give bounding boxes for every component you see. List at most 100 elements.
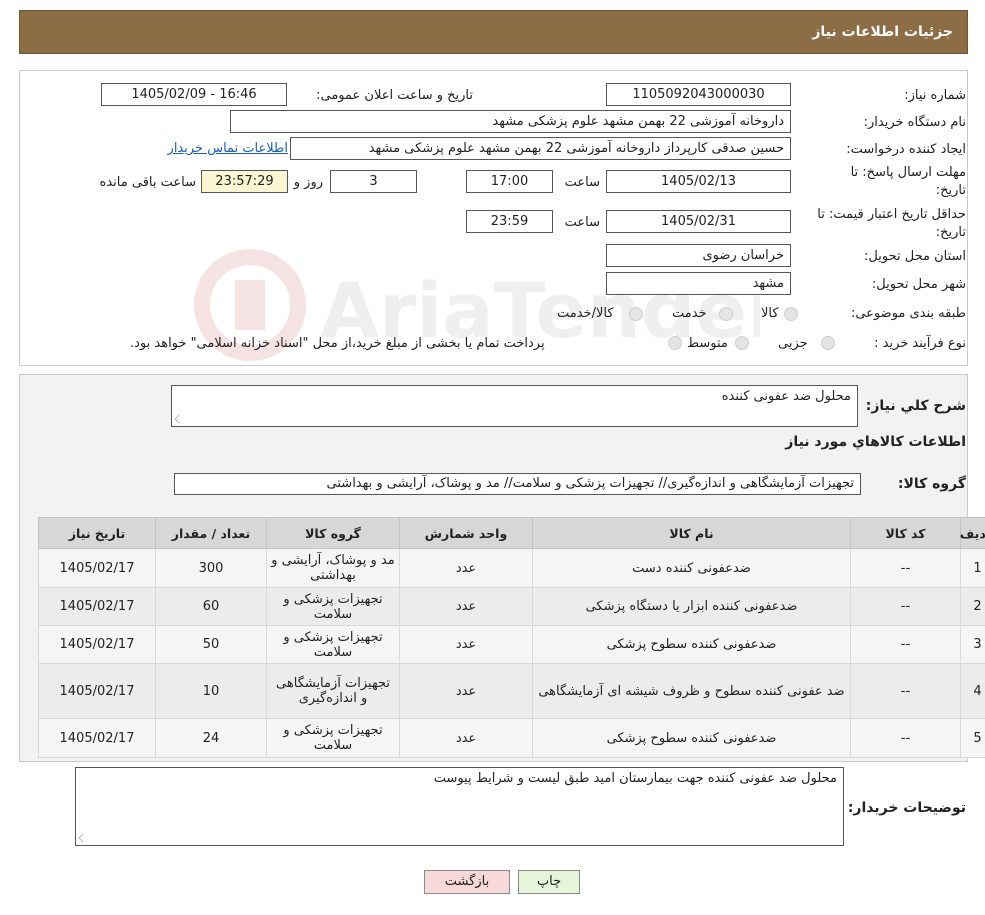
table-row: 2 -- ضدعفونی کننده ابزار یا دستگاه پزشکی…: [38, 587, 985, 626]
description-field[interactable]: محلول ضد عفونی کننده: [171, 385, 858, 427]
city-field: مشهد: [606, 272, 791, 295]
process-checkbox-treasury[interactable]: [668, 336, 682, 350]
cell-unit: عدد: [399, 587, 533, 626]
description-label: شرح کلي نياز:: [865, 398, 966, 414]
price-validity-time-label: ساعت: [564, 215, 600, 230]
cell-row-number: 2: [960, 587, 985, 626]
process-note: پرداخت تمام یا بخشی از مبلغ خرید،از محل …: [130, 336, 545, 351]
remaining-time-field: 23:57:29: [201, 170, 288, 193]
cell-group: تجهیزات پزشکی و سلامت: [266, 718, 400, 758]
need-number-label: شماره نیاز:: [904, 88, 966, 103]
cell-row-number: 5: [960, 718, 985, 758]
category-radio-service[interactable]: [719, 307, 733, 321]
col-header-unit: واحد شمارش: [399, 517, 533, 549]
col-header-code: کد کالا: [850, 517, 961, 549]
city-label: شهر محل تحویل:: [871, 277, 966, 292]
category-option-goods: کالا: [761, 306, 779, 321]
page-title: جزئیات اطلاعات نیاز: [812, 24, 953, 40]
table-row: 3 -- ضدعفونی کننده سطوح پزشکی عدد تجهیزا…: [38, 625, 985, 664]
cell-group: تجهیزات پزشکی و سلامت: [266, 625, 400, 664]
buyer-notes-field[interactable]: محلول ضد عفونی کننده جهت بیمارستان امید …: [75, 767, 844, 846]
description-text: محلول ضد عفونی کننده: [721, 389, 851, 404]
cell-row-number: 4: [960, 663, 985, 719]
announce-date-label: تاریخ و ساعت اعلان عمومی:: [316, 88, 473, 103]
cell-code: --: [850, 663, 961, 719]
reply-date-field: 1405/02/13: [606, 170, 791, 193]
goods-group-label: گروه کالا:: [897, 476, 966, 492]
print-button[interactable]: چاپ: [518, 870, 580, 894]
resize-grip-icon[interactable]: [174, 414, 184, 424]
cell-code: --: [850, 718, 961, 758]
category-label: طبقه بندی موضوعی:: [850, 306, 966, 321]
table-row: 4 -- ضد عفونی کننده سطوح و ظروف شیشه ای …: [38, 663, 985, 719]
price-validity-label: حداقل تاریخ اعتبار قیمت: تا: [817, 207, 966, 222]
cell-date: 1405/02/17: [38, 548, 156, 588]
cell-group: مد و پوشاک، آرایشی و بهداشتی: [266, 548, 400, 588]
reply-time-label: ساعت: [564, 175, 600, 190]
province-label: استان محل تحویل:: [864, 249, 966, 264]
cell-name: ضد عفونی کننده سطوح و ظروف شیشه ای آزمای…: [532, 663, 851, 719]
cell-quantity: 24: [155, 718, 267, 758]
cell-unit: عدد: [399, 548, 533, 588]
cell-quantity: 10: [155, 663, 267, 719]
creator-label: ایجاد کننده درخواست:: [846, 142, 966, 157]
price-validity-time-field: 23:59: [466, 210, 553, 233]
reply-deadline-label-2: تاریخ:: [935, 183, 966, 198]
process-option-small: جزیی: [778, 336, 808, 351]
cell-row-number: 1: [960, 548, 985, 588]
buyer-notes-text: محلول ضد عفونی کننده جهت بیمارستان امید …: [433, 771, 837, 786]
announce-date-field: 1405/02/09 - 16:46: [101, 83, 287, 106]
cell-date: 1405/02/17: [38, 718, 156, 758]
category-option-goods-service: کالا/خدمت: [557, 306, 614, 321]
cell-quantity: 50: [155, 625, 267, 664]
category-radio-goods-service[interactable]: [629, 307, 643, 321]
col-header-group: گروه کالا: [266, 517, 400, 549]
category-option-service: خدمت: [672, 306, 707, 321]
cell-name: ضدعفونی کننده دست: [532, 548, 851, 588]
days-remaining-field: 3: [330, 170, 417, 193]
buyer-contact-link[interactable]: اطلاعات تماس خریدار: [168, 141, 288, 156]
table-row: 1 -- ضدعفونی کننده دست عدد مد و پوشاک، آ…: [38, 548, 985, 588]
cell-date: 1405/02/17: [38, 625, 156, 664]
table-row: 5 -- ضدعفونی کننده سطوح پزشکی عدد تجهیزا…: [38, 718, 985, 758]
process-radio-medium[interactable]: [735, 336, 749, 350]
category-radio-goods[interactable]: [784, 307, 798, 321]
process-type-label: نوع فرآیند خرید :: [874, 336, 966, 351]
cell-unit: عدد: [399, 663, 533, 719]
cell-code: --: [850, 625, 961, 664]
province-field: خراسان رضوی: [606, 244, 791, 267]
buyer-org-field: داروخانه آموزشی 22 بهمن مشهد علوم پزشکی …: [230, 110, 791, 133]
cell-quantity: 60: [155, 587, 267, 626]
cell-name: ضدعفونی کننده سطوح پزشکی: [532, 625, 851, 664]
cell-name: ضدعفونی کننده ابزار یا دستگاه پزشکی: [532, 587, 851, 626]
process-option-medium: متوسط: [687, 336, 728, 351]
col-header-date: تاریخ نیاز: [38, 517, 156, 549]
process-radio-small[interactable]: [821, 336, 835, 350]
table-header-row: ردیف کد کالا نام کالا واحد شمارش گروه کا…: [38, 517, 985, 549]
col-header-row-number: ردیف: [960, 517, 985, 549]
goods-section-title: اطلاعات کالاهاي مورد نياز: [785, 434, 966, 450]
buyer-notes-label: توضیحات خریدار:: [847, 800, 966, 816]
cell-row-number: 3: [960, 625, 985, 664]
cell-unit: عدد: [399, 625, 533, 664]
cell-code: --: [850, 587, 961, 626]
goods-group-field: تجهیزات آزمایشگاهی و اندازه‌گیری// تجهیز…: [174, 473, 861, 495]
col-header-name: نام کالا: [532, 517, 851, 549]
resize-grip-icon[interactable]: [78, 833, 88, 843]
back-button[interactable]: بازگشت: [424, 870, 510, 894]
cell-quantity: 300: [155, 548, 267, 588]
page-header: جزئیات اطلاعات نیاز: [19, 10, 968, 54]
cell-name: ضدعفونی کننده سطوح پزشکی: [532, 718, 851, 758]
reply-time-field: 17:00: [466, 170, 553, 193]
reply-deadline-label: مهلت ارسال پاسخ: تا: [850, 165, 966, 180]
cell-date: 1405/02/17: [38, 663, 156, 719]
items-table: ردیف کد کالا نام کالا واحد شمارش گروه کا…: [38, 517, 985, 758]
buyer-org-label: نام دستگاه خریدار:: [863, 115, 966, 130]
price-validity-label-2: تاریخ:: [935, 225, 966, 240]
cell-group: تجهیزات آزمایشگاهی و اندازه‌گیری: [266, 663, 400, 719]
cell-group: تجهیزات پزشکی و سلامت: [266, 587, 400, 626]
need-number-field: 1105092043000030: [606, 83, 791, 106]
price-validity-date-field: 1405/02/31: [606, 210, 791, 233]
remaining-time-label: ساعت باقی مانده: [99, 175, 196, 190]
cell-unit: عدد: [399, 718, 533, 758]
